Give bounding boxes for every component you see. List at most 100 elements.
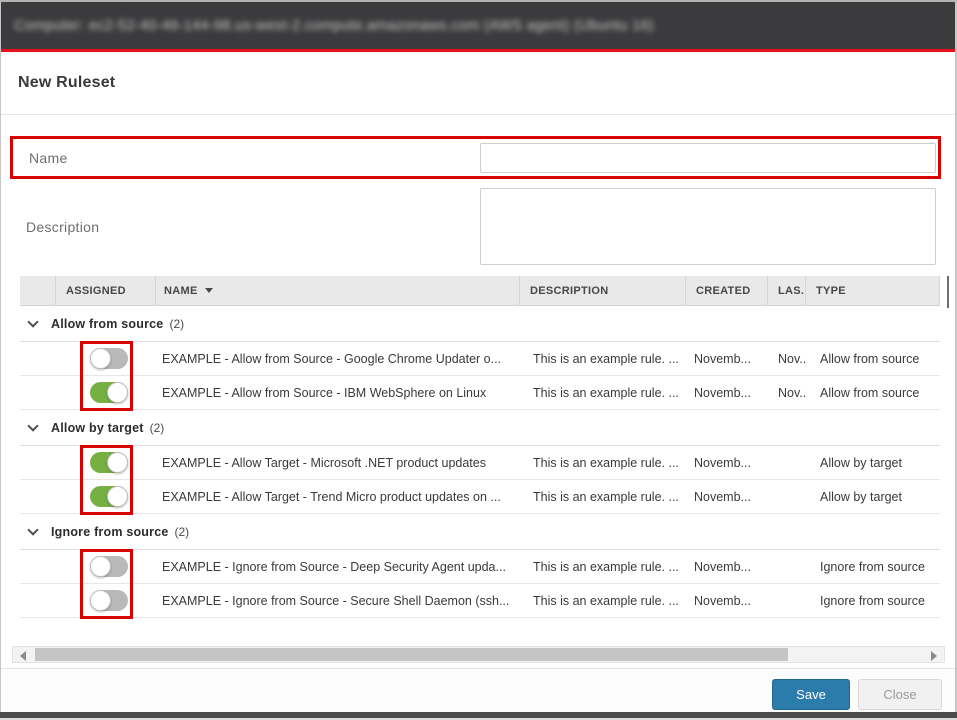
rule-description-cell: This is an example rule. ... xyxy=(520,446,686,479)
chevron-down-icon[interactable] xyxy=(27,420,38,431)
table-row[interactable]: EXAMPLE - Ignore from Source - Deep Secu… xyxy=(20,550,940,584)
red-accent-line xyxy=(1,49,955,52)
rule-name-cell: EXAMPLE - Ignore from Source - Deep Secu… xyxy=(156,550,520,583)
group-header-allow-from-source[interactable]: Allow from source (2) xyxy=(20,306,940,342)
rule-last-cell: Nov... xyxy=(768,376,806,409)
scroll-left-icon[interactable] xyxy=(20,651,26,661)
assigned-toggle[interactable] xyxy=(90,452,128,473)
table-row[interactable]: EXAMPLE - Allow from Source - IBM WebSph… xyxy=(20,376,940,410)
column-header-last[interactable]: LAS... xyxy=(768,276,806,305)
save-button[interactable]: Save xyxy=(772,679,850,710)
rule-last-cell: Nov... xyxy=(768,342,806,375)
row-gutter xyxy=(20,446,56,479)
assigned-toggle[interactable] xyxy=(90,486,128,507)
assigned-cell xyxy=(56,550,156,583)
row-gutter xyxy=(20,376,56,409)
table-header-row: ASSIGNED NAME DESCRIPTION CREATED LAS...… xyxy=(20,276,940,306)
table-row[interactable]: EXAMPLE - Allow Target - Microsoft .NET … xyxy=(20,446,940,480)
group-label: Ignore from source xyxy=(51,525,169,539)
rule-type-cell: Ignore from source xyxy=(806,584,940,617)
description-input[interactable] xyxy=(480,188,936,265)
toggle-knob xyxy=(90,556,111,577)
rule-description-cell: This is an example rule. ... xyxy=(520,584,686,617)
vertical-scrollbar-hint[interactable] xyxy=(947,276,949,308)
rule-created-cell: Novemb... xyxy=(686,550,768,583)
title-separator xyxy=(1,114,955,115)
column-header-created[interactable]: CREATED xyxy=(686,276,768,305)
close-button[interactable]: Close xyxy=(858,679,942,710)
rule-type-cell: Allow from source xyxy=(806,376,940,409)
group-header-allow-by-target[interactable]: Allow by target (2) xyxy=(20,410,940,446)
group-label: Allow by target xyxy=(51,421,144,435)
group-rows-allow-from-source: EXAMPLE - Allow from Source - Google Chr… xyxy=(20,342,940,410)
chevron-down-icon[interactable] xyxy=(27,316,38,327)
rule-name-cell: EXAMPLE - Ignore from Source - Secure Sh… xyxy=(156,584,520,617)
column-header-type-label: TYPE xyxy=(816,285,846,297)
column-header-description[interactable]: DESCRIPTION xyxy=(520,276,686,305)
scroll-right-icon[interactable] xyxy=(931,651,937,661)
rule-type-cell: Ignore from source xyxy=(806,550,940,583)
toggle-knob xyxy=(107,486,128,507)
rule-created-cell: Novemb... xyxy=(686,446,768,479)
assigned-cell xyxy=(56,480,156,513)
rule-last-cell xyxy=(768,550,806,583)
assigned-cell xyxy=(56,342,156,375)
assigned-cell xyxy=(56,584,156,617)
description-field-label: Description xyxy=(26,219,99,235)
computer-title-redacted: Computer: ec2-52-40-46-144-98.us-west-2.… xyxy=(14,18,654,34)
rule-description-cell: This is an example rule. ... xyxy=(520,480,686,513)
table-row[interactable]: EXAMPLE - Ignore from Source - Secure Sh… xyxy=(20,584,940,618)
assigned-cell xyxy=(56,446,156,479)
toggle-knob xyxy=(107,452,128,473)
window-border-left xyxy=(0,2,1,718)
assigned-cell xyxy=(56,376,156,409)
rule-name-cell: EXAMPLE - Allow Target - Trend Micro pro… xyxy=(156,480,520,513)
row-gutter xyxy=(20,550,56,583)
row-gutter xyxy=(20,342,56,375)
rule-name-cell: EXAMPLE - Allow from Source - IBM WebSph… xyxy=(156,376,520,409)
rule-last-cell xyxy=(768,480,806,513)
column-header-name[interactable]: NAME xyxy=(156,276,520,305)
rule-last-cell xyxy=(768,446,806,479)
new-ruleset-dialog: Computer: ec2-52-40-46-144-98.us-west-2.… xyxy=(0,0,957,720)
assigned-toggle[interactable] xyxy=(90,382,128,403)
group-label: Allow from source xyxy=(51,317,163,331)
rule-description-cell: This is an example rule. ... xyxy=(520,550,686,583)
group-rows-allow-by-target: EXAMPLE - Allow Target - Microsoft .NET … xyxy=(20,446,940,514)
rule-description-cell: This is an example rule. ... xyxy=(520,342,686,375)
row-gutter xyxy=(20,480,56,513)
row-gutter xyxy=(20,584,56,617)
rule-created-cell: Novemb... xyxy=(686,480,768,513)
column-header-last-label: LAS... xyxy=(778,285,806,297)
rule-type-cell: Allow by target xyxy=(806,446,940,479)
column-header-assigned[interactable]: ASSIGNED xyxy=(56,276,156,305)
column-header-description-label: DESCRIPTION xyxy=(530,285,608,297)
group-header-ignore-from-source[interactable]: Ignore from source (2) xyxy=(20,514,940,550)
assigned-toggle[interactable] xyxy=(90,590,128,611)
table-row[interactable]: EXAMPLE - Allow from Source - Google Chr… xyxy=(20,342,940,376)
group-count: (2) xyxy=(150,421,165,435)
page-title: New Ruleset xyxy=(18,74,115,92)
assigned-toggle[interactable] xyxy=(90,348,128,369)
dialog-footer: Save Close xyxy=(1,668,955,712)
group-rows-ignore-from-source: EXAMPLE - Ignore from Source - Deep Secu… xyxy=(20,550,940,618)
name-field-label: Name xyxy=(29,150,68,166)
rule-created-cell: Novemb... xyxy=(686,376,768,409)
table-row[interactable]: EXAMPLE - Allow Target - Trend Micro pro… xyxy=(20,480,940,514)
name-input[interactable] xyxy=(480,143,936,173)
rules-table: ASSIGNED NAME DESCRIPTION CREATED LAS...… xyxy=(20,276,940,618)
chevron-down-icon[interactable] xyxy=(27,524,38,535)
assigned-toggle[interactable] xyxy=(90,556,128,577)
group-count: (2) xyxy=(175,525,190,539)
horizontal-scrollbar-thumb[interactable] xyxy=(35,648,788,661)
rule-name-cell: EXAMPLE - Allow from Source - Google Chr… xyxy=(156,342,520,375)
window-titlebar: Computer: ec2-52-40-46-144-98.us-west-2.… xyxy=(1,2,955,49)
toggle-knob xyxy=(107,382,128,403)
toggle-knob xyxy=(90,590,111,611)
column-header-assigned-label: ASSIGNED xyxy=(66,285,126,297)
rule-description-cell: This is an example rule. ... xyxy=(520,376,686,409)
rule-type-cell: Allow from source xyxy=(806,342,940,375)
rule-last-cell xyxy=(768,584,806,617)
column-header-type[interactable]: TYPE xyxy=(806,276,940,305)
horizontal-scrollbar[interactable] xyxy=(12,646,945,663)
